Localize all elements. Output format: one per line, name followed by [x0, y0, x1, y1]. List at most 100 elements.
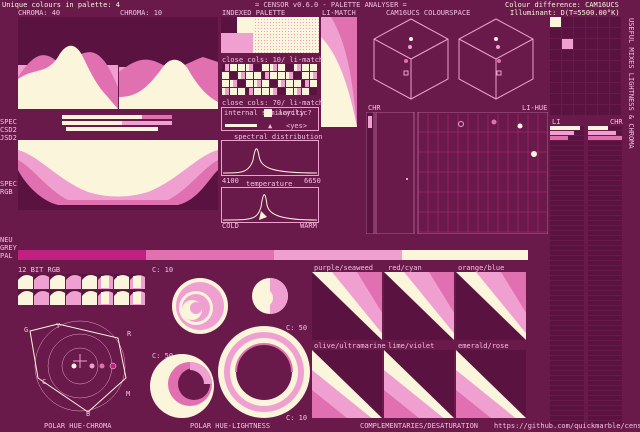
chr-bar: [588, 241, 622, 245]
mix-cell: [586, 94, 597, 104]
close-cell-half: [225, 88, 229, 95]
palette-dot: [282, 43, 283, 44]
palette-dot: [309, 43, 310, 44]
palette-dot: [315, 46, 316, 47]
palette-dot: [258, 43, 259, 44]
palette-dot: [312, 40, 313, 41]
chr-bar: [588, 216, 622, 220]
palette-dot: [279, 49, 280, 50]
vertical-label-strip: USEFUL MIXES LIGHTNESS & CHROMA: [624, 18, 638, 278]
close-cell: [254, 72, 261, 79]
li-bar: [550, 336, 584, 340]
palette-dot: [276, 49, 277, 50]
cam16ucs-label: CAM16UCS COLOURSPACE: [386, 9, 471, 17]
mix-cell: [598, 105, 609, 115]
palette-dot: [297, 34, 298, 35]
palette-dot: [297, 46, 298, 47]
close-cell: [286, 88, 293, 95]
csd-bars: [62, 115, 172, 131]
palette-dot: [264, 49, 265, 50]
close-cell-half: [241, 72, 245, 79]
close-cell: [278, 88, 285, 95]
palette-dot: [303, 43, 304, 44]
palette-dot: [288, 37, 289, 38]
palette-dot: [291, 46, 292, 47]
li-bar: [550, 211, 584, 215]
chr-bar: [588, 166, 622, 170]
palette-dot: [291, 34, 292, 35]
complementaries-grid: [312, 272, 526, 418]
close-cols-70-label: close cols: 70/ li-match: [222, 99, 324, 107]
palette-dot: [294, 37, 295, 38]
chr-bar: [588, 211, 622, 215]
close-cell-half: [233, 80, 237, 87]
acyclic-checkbox[interactable]: [264, 109, 272, 117]
useful-mixes-grid: [550, 17, 621, 115]
mix-cell: [610, 50, 621, 60]
palette-dot: [303, 25, 304, 26]
palette-dot: [288, 49, 289, 50]
palette-dot: [276, 31, 277, 32]
palette-dot: [279, 31, 280, 32]
palette-dot: [261, 46, 262, 47]
mix-cell: [610, 105, 621, 115]
li-bar: [550, 346, 584, 350]
palette-dot: [288, 19, 289, 20]
palette-dot: [312, 46, 313, 47]
palette-dot: [294, 52, 295, 53]
palette-dot: [282, 37, 283, 38]
github-link[interactable]: https://github.com/quickmarble/censor: [494, 422, 640, 430]
palette-dot: [291, 28, 292, 29]
chr-bar: [588, 261, 622, 265]
close-cell: [254, 88, 261, 95]
palette-dot: [309, 19, 310, 20]
chr-bar: [588, 151, 622, 155]
mix-cell: [550, 105, 561, 115]
palette-dot: [285, 43, 286, 44]
li-bar: [550, 391, 584, 395]
palette-dot: [264, 28, 265, 29]
close-cell-half: [297, 64, 301, 71]
mix-cell: [562, 50, 573, 60]
close-cell: [302, 88, 309, 95]
chr-bar: [588, 341, 622, 345]
palette-dot: [261, 43, 262, 44]
palette-dot: [312, 25, 313, 26]
li-bar: [550, 231, 584, 235]
palette-dot: [288, 28, 289, 29]
chr-bar: [588, 186, 622, 190]
palette-dot: [285, 37, 286, 38]
close-cell-half: [281, 80, 285, 87]
acyclic-yes-icon: ▲: [268, 122, 273, 130]
palette-dot: [273, 25, 274, 26]
palette-dot: [261, 22, 262, 23]
palette-dot: [300, 40, 301, 41]
li-bar: [550, 161, 584, 165]
mix-cell: [574, 17, 585, 27]
palette-dot: [270, 37, 271, 38]
12-bit-rgb-label: 12 BIT RGB: [18, 266, 61, 274]
palette-dot: [294, 49, 295, 50]
cold-label: COLD: [222, 222, 239, 230]
palette-dot: [282, 52, 283, 53]
chr-bar: [588, 291, 622, 295]
chr-bar-1: [588, 126, 608, 130]
palette-dot: [306, 31, 307, 32]
mix-cell: [598, 50, 609, 60]
palette-dot: [261, 34, 262, 35]
rgb-cell-fill: [101, 292, 109, 304]
palette-dot: [258, 19, 259, 20]
li-bar: [550, 146, 584, 150]
close-cell: [310, 80, 317, 87]
palette-dot: [312, 49, 313, 50]
chr-bar: [588, 306, 622, 310]
chr-bar: [588, 411, 622, 415]
li-bar: [550, 376, 584, 380]
palette-dot: [294, 46, 295, 47]
palette-dot: [306, 43, 307, 44]
li-bar: [550, 276, 584, 280]
cam16ucs-colourspace: [373, 18, 534, 100]
mix-cell: [550, 28, 561, 38]
palette-dot: [276, 28, 277, 29]
complementaries-label: COMPLEMENTARIES/DESATURATION: [360, 422, 479, 430]
